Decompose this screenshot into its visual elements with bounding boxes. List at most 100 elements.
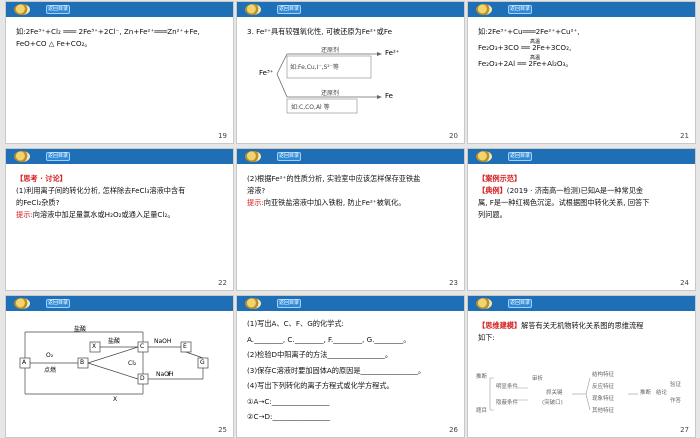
slide-text-line: 的FeCl₂杂质? bbox=[16, 198, 60, 207]
slide-text-line: 列问题。 bbox=[478, 210, 507, 219]
slide-header-bar: 返回目录 bbox=[237, 296, 464, 311]
back-to-contents-button[interactable]: 返回目录 bbox=[508, 299, 532, 308]
slide-text-line: 溶液? bbox=[247, 186, 266, 195]
reagent-o2: O₂ bbox=[46, 352, 54, 359]
slide-header-bar: 返回目录 bbox=[6, 149, 233, 164]
logo-icon bbox=[14, 4, 30, 15]
section-heading: 【思考 · 讨论】 bbox=[16, 174, 67, 183]
back-to-contents-button[interactable]: 返回目录 bbox=[277, 299, 301, 308]
slide-text-line: (2)检验D中阳离子的方法________________。 bbox=[247, 350, 393, 359]
node-g: G bbox=[200, 359, 205, 366]
slide-thumbnail-27[interactable]: 返回目录 【思维建模】解答有关无机物转化关系图的思维流程 如下: 推断 题目 明… bbox=[467, 295, 696, 438]
page-number: 20 bbox=[449, 132, 458, 140]
node-a: A bbox=[22, 359, 27, 366]
example-label: 【典例】 bbox=[478, 186, 507, 195]
page-number: 24 bbox=[680, 279, 689, 287]
node-x: X bbox=[92, 343, 97, 350]
slide-text-line: ②C→D:________________ bbox=[247, 412, 330, 421]
slide-text-line: FeO+CO △ Fe+CO₂。 bbox=[16, 39, 92, 48]
flow-node: 推断 bbox=[640, 390, 652, 396]
slide-thumbnail-24[interactable]: 返回目录 【案例示范】 【典例】(2019 · 济南高一检测)已知A是一种常见金… bbox=[467, 148, 696, 291]
page-number: 26 bbox=[449, 426, 458, 434]
slide-thumbnail-22[interactable]: 返回目录 【思考 · 讨论】 (1)利用离子间的转化分析, 怎样除去FeCl₃溶… bbox=[5, 148, 234, 291]
back-to-contents-button[interactable]: 返回目录 bbox=[277, 152, 301, 161]
slide-text-line: (1)利用离子间的转化分析, 怎样除去FeCl₃溶液中含有 bbox=[16, 186, 186, 195]
section-heading: 【思维建模】 bbox=[478, 321, 522, 330]
slide-thumbnail-23[interactable]: 返回目录 (2)根据Fe²⁺的性质分析, 实验室中应该怎样保存亚铁盐 溶液? 提… bbox=[236, 148, 465, 291]
heading-text: 解答有关无机物转化关系图的思维流程 bbox=[521, 321, 644, 330]
slide-header-bar: 返回目录 bbox=[237, 149, 464, 164]
back-to-contents-button[interactable]: 返回目录 bbox=[46, 152, 70, 161]
slide-text-line: (4)写出下列转化的离子方程式或化学方程式。 bbox=[247, 381, 394, 390]
slide-header-bar: 返回目录 bbox=[468, 149, 695, 164]
logo-icon bbox=[476, 151, 492, 162]
flow-node: 审析 bbox=[532, 376, 544, 382]
slide-text-line: 如:2Fe³⁺+Cl₂ ═══ 2Fe³⁺+2Cl⁻, Zn+Fe²⁺═══Zn… bbox=[16, 27, 200, 36]
back-to-contents-button[interactable]: 返回目录 bbox=[46, 5, 70, 14]
slide-text-line: (1)写出A、C、F、G的化学式: bbox=[247, 319, 344, 328]
node-c: C bbox=[140, 343, 145, 350]
hint-text: 向亚铁盐溶液中加入铁粉, 防止Fe²⁺被氧化。 bbox=[263, 198, 406, 207]
conversion-diagram: A B X C D E G F O₂ 点燃 盐酸 盐酸 NaOH NaOH Cl… bbox=[18, 324, 218, 414]
back-to-contents-button[interactable]: 返回目录 bbox=[508, 5, 532, 14]
node-e: E bbox=[183, 343, 187, 350]
target-bottom: Fe bbox=[385, 92, 393, 100]
hint-line: 提示:向溶液中加足量氯水或H₂O₂或通入足量Cl₂。 bbox=[16, 209, 225, 221]
slide-thumbnail-20[interactable]: 返回目录 3. Fe²⁺具有较强氧化性, 可被还原为Fe²⁺或Fe Fe³⁺ 还… bbox=[236, 1, 465, 144]
slide-text-line: Fe₂O₃+3CO ══ 2Fe+3CO₂, bbox=[478, 43, 572, 52]
back-to-contents-button[interactable]: 返回目录 bbox=[46, 299, 70, 308]
node-d: D bbox=[140, 375, 145, 382]
slide-text-line: Fe₂O₃+2Al ══ 2Fe+Al₂O₃。 bbox=[478, 59, 573, 68]
slide-text-line: 如:2Fe³⁺+Cu═══2Fe²⁺+Cu²⁺, bbox=[478, 27, 580, 36]
flow-node: 反应特征 bbox=[592, 384, 615, 390]
slide-thumbnail-21[interactable]: 返回目录 如:2Fe³⁺+Cu═══2Fe²⁺+Cu²⁺, Fe₂O₃+3CO … bbox=[467, 1, 696, 144]
flow-node: 题目 bbox=[476, 408, 488, 414]
flow-node: 验证 bbox=[670, 382, 682, 388]
slide-thumbnail-26[interactable]: 返回目录 (1)写出A、C、F、G的化学式: A.________, C.___… bbox=[236, 295, 465, 438]
flow-node: 现象特征 bbox=[592, 396, 615, 402]
hint-text: 向溶液中加足量氯水或H₂O₂或通入足量Cl₂。 bbox=[32, 210, 175, 219]
slide-text-line: (3)保存C溶液时要加固体A的原因是________________。 bbox=[247, 365, 426, 375]
flow-node: 结论 bbox=[656, 390, 668, 396]
logo-icon bbox=[245, 4, 261, 15]
page-number: 27 bbox=[680, 426, 689, 434]
slide-thumbnail-25[interactable]: 返回目录 A B X C D E G F O₂ 点燃 盐酸 盐酸 NaOH Na… bbox=[5, 295, 234, 438]
flow-node: 抓关键 bbox=[546, 390, 563, 396]
slide-header-bar: 返回目录 bbox=[6, 2, 233, 17]
reagent-cl2: Cl₂ bbox=[128, 360, 137, 367]
slide-thumbnail-19[interactable]: 返回目录 如:2Fe³⁺+Cl₂ ═══ 2Fe³⁺+2Cl⁻, Zn+Fe²⁺… bbox=[5, 1, 234, 144]
logo-icon bbox=[245, 151, 261, 162]
page-number: 23 bbox=[449, 279, 458, 287]
arrow-label-bottom: 还原剂 bbox=[321, 90, 340, 97]
condition-bottom: 如:C,CO,Al 等 bbox=[291, 104, 330, 111]
page-number: 22 bbox=[218, 279, 227, 287]
flow-node: (突破口) bbox=[542, 400, 563, 406]
slide-header-bar: 返回目录 bbox=[6, 296, 233, 311]
flow-node: 隐蔽条件 bbox=[496, 400, 519, 406]
arrow-label-top: 还原剂 bbox=[321, 47, 340, 54]
reagent-hcl-mid: 盐酸 bbox=[108, 338, 121, 345]
flow-node: 推断 bbox=[476, 374, 488, 380]
slide-text-line: ①A→C:________________ bbox=[247, 396, 330, 406]
target-top: Fe²⁺ bbox=[385, 49, 400, 57]
logo-icon bbox=[245, 298, 261, 309]
logo-icon bbox=[14, 151, 30, 162]
slide-text-line: 3. Fe²⁺具有较强氧化性, 可被还原为Fe²⁺或Fe bbox=[247, 27, 392, 36]
slide-text-line: 【思维建模】解答有关无机物转化关系图的思维流程 bbox=[478, 320, 687, 332]
hint-label: 提示: bbox=[16, 210, 33, 219]
slide-text-line: 如下: bbox=[478, 333, 495, 342]
reagent-naoh-top: NaOH bbox=[154, 338, 172, 345]
example-text: (2019 · 济南高一检测)已知A是一种常见金 bbox=[506, 186, 644, 195]
flow-node: 其他特征 bbox=[592, 408, 615, 414]
slide-header-bar: 返回目录 bbox=[468, 296, 695, 311]
back-to-contents-button[interactable]: 返回目录 bbox=[508, 152, 532, 161]
page-number: 21 bbox=[680, 132, 689, 140]
slide-text-line: 属, F是一种红褐色沉淀。试根据图中转化关系, 回答下 bbox=[478, 198, 650, 207]
source-ion-label: Fe³⁺ bbox=[259, 69, 274, 77]
reagent-x-bottom: X bbox=[113, 396, 118, 403]
logo-icon bbox=[476, 4, 492, 15]
hint-line: 提示:向亚铁盐溶液中加入铁粉, 防止Fe²⁺被氧化。 bbox=[247, 197, 456, 209]
back-to-contents-button[interactable]: 返回目录 bbox=[277, 5, 301, 14]
hint-label: 提示: bbox=[247, 198, 264, 207]
page-number: 25 bbox=[218, 426, 227, 434]
